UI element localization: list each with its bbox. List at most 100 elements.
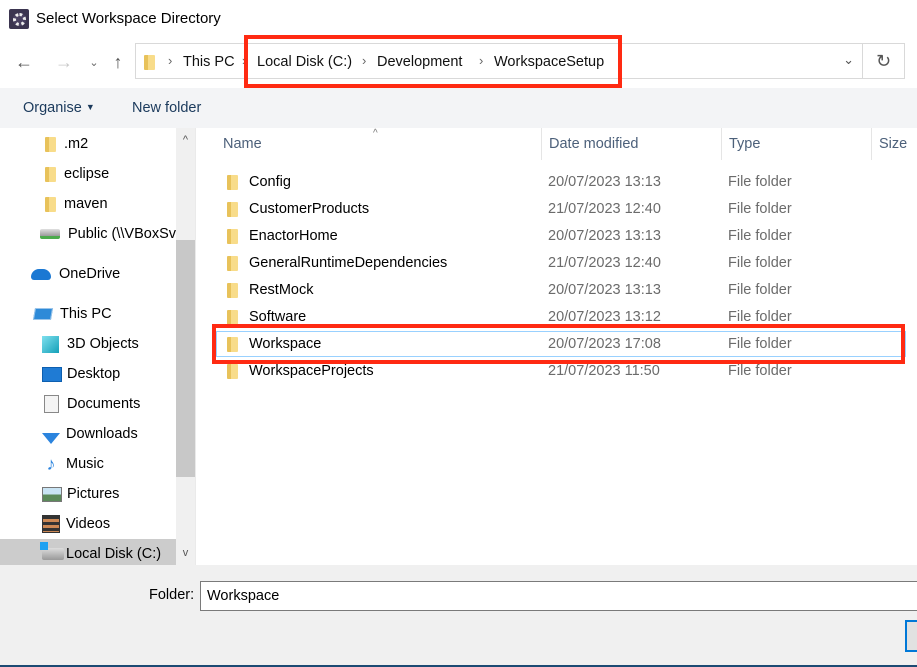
sidebar-item-eclipse[interactable]: eclipse [0,159,176,189]
forward-button[interactable]: → [52,50,76,74]
file-type: File folder [728,201,792,217]
sidebar-item-onedrive[interactable]: OneDrive [0,259,176,289]
file-date: 20/07/2023 13:12 [548,309,661,325]
sidebar-item-videos[interactable]: Videos [0,509,176,539]
sidebar-item-desktop[interactable]: Desktop [0,359,176,389]
file-type: File folder [728,255,792,271]
column-divider[interactable] [871,128,872,160]
file-row[interactable]: EnactorHome 20/07/2023 13:13 File folder [216,223,906,249]
scroll-up-button[interactable]: ^ [176,130,195,150]
folder-icon [227,283,238,298]
folder-name-input[interactable] [200,581,917,611]
refresh-button[interactable]: ↻ [863,43,905,79]
file-list: ^ Name Date modified Type Size Config 20/… [195,128,917,565]
navigation-bar: ← → ⌄ ↑ › This PC › Local Disk (C:) › De… [0,38,917,88]
3d-objects-icon [42,335,59,353]
pictures-icon [42,486,62,502]
recent-locations-button[interactable]: ⌄ [82,50,106,74]
folder-icon [227,202,238,217]
breadcrumb-development[interactable]: Development [377,54,462,70]
file-row[interactable]: Config 20/07/2023 13:13 File folder [216,169,906,195]
scroll-down-button[interactable]: v [176,543,195,563]
file-type: File folder [728,309,792,325]
breadcrumb-separator: › [479,53,484,68]
file-date: 21/07/2023 12:40 [548,201,661,217]
file-name: Workspace [249,336,322,352]
file-row-focused[interactable]: Workspace 20/07/2023 17:08 File folder [216,331,906,357]
sidebar-scrollbar[interactable]: ^ v [176,128,195,565]
folder-icon [45,196,56,212]
sidebar-item-downloads[interactable]: Downloads [0,419,176,449]
network-drive-icon [40,229,60,239]
file-type: File folder [728,174,792,190]
scrollbar-thumb[interactable] [176,240,195,477]
arrow-left-icon: ← [15,51,33,72]
address-bar[interactable]: › This PC › Local Disk (C:) › Developmen… [135,43,863,79]
breadcrumb-this-pc[interactable]: This PC [183,54,235,70]
new-folder-button[interactable]: New folder [132,100,201,116]
folder-icon [227,337,238,352]
sidebar-item-3d-objects[interactable]: 3D Objects [0,329,176,359]
up-button[interactable]: ↑ [106,50,130,74]
sidebar-item-public-share[interactable]: Public (\\VBoxSvr) [0,219,176,249]
file-name: Software [249,309,307,325]
sort-ascending-icon: ^ [373,128,378,139]
file-row[interactable]: WorkspaceProjects 21/07/2023 11:50 File fo… [216,358,906,384]
file-date: 21/07/2023 12:40 [548,255,661,271]
file-type: File folder [728,228,792,244]
file-date: 20/07/2023 17:08 [548,336,661,352]
folder-label: Folder: [149,587,195,603]
onedrive-cloud-icon [31,268,51,280]
breadcrumb-separator: › [362,53,367,68]
file-date: 20/07/2023 13:13 [548,282,661,298]
column-header-size[interactable]: Size [879,128,907,160]
sidebar-item-local-disk[interactable]: Local Disk (C:) [0,539,176,565]
breadcrumb-separator: › [168,53,173,68]
file-type: File folder [728,282,792,298]
folder-icon [227,229,238,244]
file-name: Config [249,174,291,190]
file-type: File folder [728,363,792,379]
folder-icon [227,256,238,271]
sidebar-item-music[interactable]: ♪ Music [0,449,176,479]
desktop-icon [42,366,62,382]
folder-icon [45,136,56,152]
file-row[interactable]: Software 20/07/2023 13:12 File folder [216,304,906,330]
organise-button[interactable]: Organise ▼ [23,100,95,116]
folder-icon [227,310,238,325]
sidebar-item-m2[interactable]: .m2 [0,129,176,159]
file-row[interactable]: RestMock 20/07/2023 13:13 File folder [216,277,906,303]
file-row[interactable]: CustomerProducts 21/07/2023 12:40 File fol… [216,196,906,222]
local-disk-icon [40,542,64,560]
sidebar-item-maven[interactable]: maven [0,189,176,219]
column-header-name[interactable]: Name [223,128,262,160]
dialog-footer: Folder: [0,565,917,667]
this-pc-icon [32,308,54,320]
file-name: RestMock [249,282,314,298]
column-divider[interactable] [541,128,542,160]
file-name: CustomerProducts [249,201,370,217]
file-name: WorkspaceProjects [249,363,374,379]
back-button[interactable]: ← [12,50,36,74]
file-type: File folder [728,336,792,352]
music-icon: ♪ [46,453,56,474]
column-header-date-modified[interactable]: Date modified [549,128,638,160]
sidebar-item-documents[interactable]: Documents [0,389,176,419]
address-dropdown-button[interactable]: ⌄ [843,52,854,68]
column-header-type[interactable]: Type [729,128,760,160]
folder-icon [45,166,56,182]
videos-icon [42,515,60,533]
downloads-icon [42,432,60,444]
breadcrumb-separator: › [242,53,247,68]
caret-down-icon: ▼ [85,102,95,112]
select-folder-button[interactable] [905,620,917,652]
breadcrumb-workspacesetup[interactable]: WorkspaceSetup [494,54,604,70]
folder-icon [227,175,238,190]
chevron-up-icon: ^ [182,134,189,146]
column-divider[interactable] [721,128,722,160]
sidebar-item-this-pc[interactable]: This PC [0,299,176,329]
breadcrumb-local-disk[interactable]: Local Disk (C:) [257,54,352,70]
sidebar-item-pictures[interactable]: Pictures [0,479,176,509]
file-row[interactable]: GeneralRuntimeDependencies 21/07/2023 12:… [216,250,906,276]
file-date: 20/07/2023 13:13 [548,228,661,244]
